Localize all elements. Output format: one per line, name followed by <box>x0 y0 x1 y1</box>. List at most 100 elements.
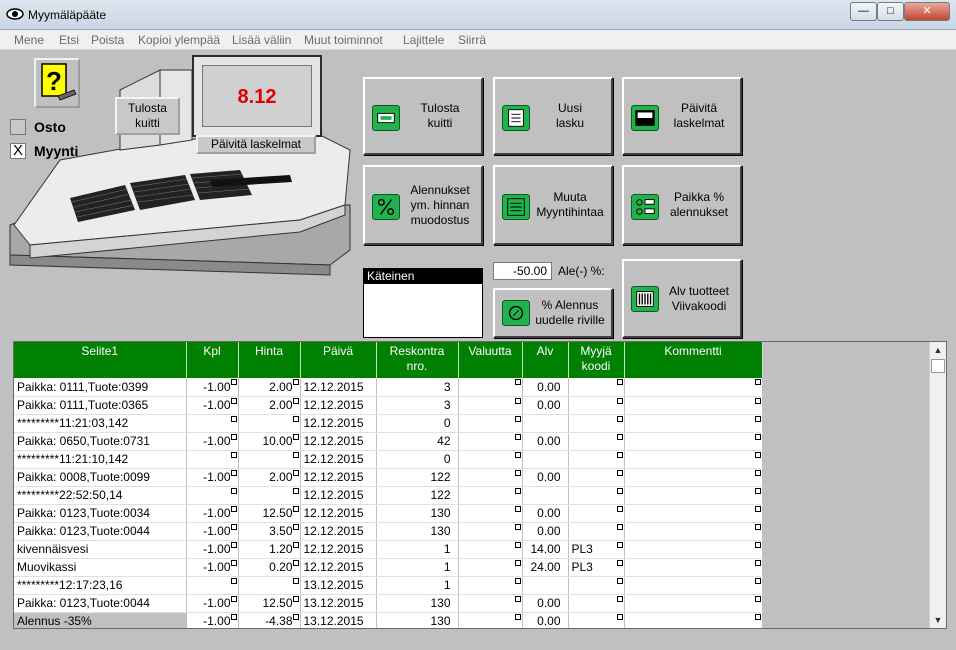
table-cell[interactable]: 1 <box>376 540 459 559</box>
table-cell[interactable] <box>458 432 523 451</box>
register-update-calc-button[interactable]: Päivitä laskelmat <box>196 135 316 154</box>
table-cell[interactable]: Paikka: 0008,Tuote:0099 <box>14 468 187 487</box>
table-cell[interactable]: *********22:52:50,14 <box>14 486 187 505</box>
table-cell[interactable] <box>458 486 523 505</box>
table-cell[interactable]: 0.00 <box>522 612 569 628</box>
minimize-button[interactable]: — <box>850 2 877 21</box>
table-cell[interactable]: -1.00 <box>186 594 239 613</box>
column-header[interactable]: Valuutta <box>458 342 523 378</box>
table-cell[interactable]: Paikka: 0123,Tuote:0044 <box>14 594 187 613</box>
table-cell[interactable] <box>522 576 569 595</box>
table-cell[interactable] <box>568 450 625 469</box>
table-cell[interactable] <box>624 612 763 628</box>
table-cell[interactable]: 0.00 <box>522 504 569 523</box>
table-cell[interactable]: PL3 <box>568 540 625 559</box>
print-receipt-button[interactable]: Tulosta kuitti <box>363 77 483 155</box>
table-cell[interactable]: 12.12.2015 <box>300 468 377 487</box>
table-cell[interactable] <box>458 414 523 433</box>
menu-etsi[interactable]: Etsi <box>59 33 79 47</box>
column-header[interactable]: Reskontra nro. <box>376 342 459 378</box>
table-row[interactable]: Paikka: 0123,Tuote:0044 -1.00 12.50 13.12.2… <box>14 594 763 613</box>
table-cell[interactable] <box>624 432 763 451</box>
register-print-receipt-button[interactable]: Tulosta kuitti <box>115 97 180 135</box>
table-cell[interactable]: 12.12.2015 <box>300 396 377 415</box>
menu-kopioi-ylempaa[interactable]: Kopioi ylempää <box>138 33 220 47</box>
table-cell[interactable] <box>238 576 301 595</box>
menu-mene[interactable]: Mene <box>14 33 44 47</box>
table-row[interactable]: *********11:21:10,142 12.12.2015 0 <box>14 450 763 469</box>
table-cell[interactable]: 130 <box>376 522 459 541</box>
table-cell[interactable] <box>238 414 301 433</box>
table-cell[interactable]: -1.00 <box>186 558 239 577</box>
table-row[interactable]: Paikka: 0123,Tuote:0044 -1.00 3.50 12.12.20… <box>14 522 763 541</box>
menu-poista[interactable]: Poista <box>91 33 124 47</box>
table-cell[interactable]: *********11:21:03,142 <box>14 414 187 433</box>
table-row[interactable]: Paikka: 0111,Tuote:0399 -1.00 2.00 12.12.20… <box>14 378 763 397</box>
discount-new-row-button[interactable]: % Alennus uudelle riville <box>493 288 613 338</box>
table-cell[interactable]: kivennäisvesi <box>14 540 187 559</box>
discounts-pricing-button[interactable]: Alennukset ym. hinnan muodostus <box>363 165 483 245</box>
table-cell[interactable]: 12.12.2015 <box>300 504 377 523</box>
table-cell[interactable] <box>624 558 763 577</box>
table-cell[interactable] <box>568 486 625 505</box>
table-cell[interactable] <box>522 414 569 433</box>
table-cell[interactable]: 12.50 <box>238 594 301 613</box>
table-cell[interactable]: 2.00 <box>238 468 301 487</box>
table-cell[interactable]: 0.00 <box>522 468 569 487</box>
table-cell[interactable]: 12.12.2015 <box>300 540 377 559</box>
table-cell[interactable]: 0.00 <box>522 378 569 397</box>
help-button[interactable]: ? <box>34 58 80 108</box>
table-cell[interactable]: 3 <box>376 378 459 397</box>
table-cell[interactable] <box>458 468 523 487</box>
table-cell[interactable]: 12.12.2015 <box>300 450 377 469</box>
table-cell[interactable] <box>624 486 763 505</box>
table-cell[interactable] <box>186 486 239 505</box>
table-cell[interactable]: -1.00 <box>186 522 239 541</box>
table-row[interactable]: Paikka: 0650,Tuote:0731 -1.00 10.00 12.12.2… <box>14 432 763 451</box>
table-cell[interactable] <box>238 486 301 505</box>
table-cell[interactable]: Alennus -35% <box>14 612 187 628</box>
table-row[interactable]: Paikka: 0008,Tuote:0099 -1.00 2.00 12.12.20… <box>14 468 763 487</box>
table-cell[interactable] <box>624 450 763 469</box>
table-cell[interactable]: Muovikassi <box>14 558 187 577</box>
table-cell[interactable] <box>238 450 301 469</box>
table-cell[interactable]: 3.50 <box>238 522 301 541</box>
payment-method-list[interactable]: Käteinen <box>363 268 483 338</box>
payment-method-selected[interactable]: Käteinen <box>364 269 482 284</box>
vat-barcode-button[interactable]: Alv tuotteet Viivakoodi <box>622 259 742 338</box>
table-cell[interactable] <box>186 450 239 469</box>
sales-grid[interactable]: Selite1 Kpl Hinta Päivä Reskontra nro. Valuut… <box>13 341 947 629</box>
table-cell[interactable] <box>458 396 523 415</box>
grid-scrollbar[interactable]: ▲ ▼ <box>929 342 946 628</box>
table-cell[interactable] <box>624 522 763 541</box>
table-cell[interactable]: -1.00 <box>186 468 239 487</box>
table-cell[interactable]: 2.00 <box>238 378 301 397</box>
table-cell[interactable] <box>624 414 763 433</box>
table-cell[interactable]: Paikka: 0111,Tuote:0399 <box>14 378 187 397</box>
table-cell[interactable]: 13.12.2015 <box>300 612 377 628</box>
table-row[interactable]: kivennäisvesi -1.00 1.20 12.12.2015 1 14.00 PL… <box>14 540 763 559</box>
table-cell[interactable]: 12.12.2015 <box>300 486 377 505</box>
table-cell[interactable]: -1.00 <box>186 504 239 523</box>
table-cell[interactable]: 0.00 <box>522 432 569 451</box>
table-cell[interactable] <box>458 558 523 577</box>
maximize-button[interactable]: □ <box>877 2 904 21</box>
table-cell[interactable]: -1.00 <box>186 396 239 415</box>
table-cell[interactable] <box>522 486 569 505</box>
table-cell[interactable] <box>568 396 625 415</box>
table-cell[interactable] <box>624 468 763 487</box>
table-cell[interactable] <box>624 378 763 397</box>
table-cell[interactable]: 10.00 <box>238 432 301 451</box>
table-cell[interactable]: 1.20 <box>238 540 301 559</box>
table-cell[interactable]: Paikka: 0123,Tuote:0044 <box>14 522 187 541</box>
myynti-checkbox[interactable]: X <box>10 143 26 159</box>
table-row[interactable]: Muovikassi -1.00 0.20 12.12.2015 1 24.00 PL3 <box>14 558 763 577</box>
table-cell[interactable]: 14.00 <box>522 540 569 559</box>
table-cell[interactable]: -1.00 <box>186 378 239 397</box>
table-row[interactable]: Alennus -35% -1.00 -4.38 13.12.2015 130 0.00 <box>14 612 763 628</box>
table-cell[interactable]: 0 <box>376 414 459 433</box>
table-cell[interactable] <box>186 414 239 433</box>
column-header[interactable]: Hinta <box>238 342 301 378</box>
table-cell[interactable] <box>568 594 625 613</box>
table-cell[interactable] <box>568 468 625 487</box>
